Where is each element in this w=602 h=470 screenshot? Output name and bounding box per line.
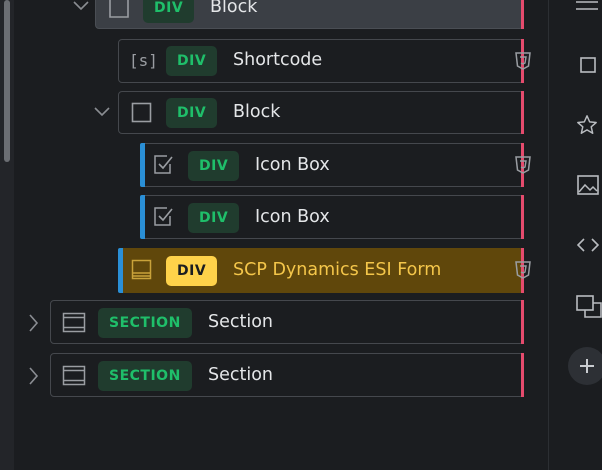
block-square-icon <box>109 0 129 18</box>
layer-label: Block <box>233 102 281 122</box>
menu-icon[interactable] <box>576 0 598 16</box>
layer-label: Shortcode <box>233 50 323 70</box>
css3-icon[interactable] <box>513 155 533 175</box>
chevron-right-icon[interactable] <box>27 313 39 333</box>
code-icon[interactable] <box>577 238 599 252</box>
tag-badge: DIV <box>143 0 195 23</box>
section-icon <box>62 365 86 386</box>
tag-badge: SECTION <box>98 361 192 391</box>
scrollbar-thumb[interactable] <box>4 0 10 162</box>
layer-label: Icon Box <box>255 155 330 175</box>
copy-icon[interactable] <box>576 295 602 319</box>
square-icon[interactable] <box>580 57 596 73</box>
css3-icon[interactable] <box>513 51 533 71</box>
layer-label: Block <box>210 0 258 17</box>
layer-label: Section <box>208 365 274 385</box>
tag-badge: DIV <box>188 203 240 233</box>
blue-accent-bar <box>118 248 123 293</box>
blue-accent-bar <box>140 195 145 239</box>
add-element-button[interactable] <box>568 347 602 385</box>
pink-accent-bar <box>521 91 524 134</box>
shortcode-icon: [s] <box>129 51 158 70</box>
chevron-down-icon[interactable] <box>93 106 111 118</box>
section-icon <box>62 312 86 333</box>
layer-label: Section <box>208 312 274 332</box>
blue-accent-bar <box>140 143 145 187</box>
chevron-down-icon[interactable] <box>72 0 90 12</box>
pink-accent-bar <box>521 195 524 239</box>
pink-accent-bar <box>521 300 524 344</box>
css3-icon[interactable] <box>513 260 533 280</box>
block-square-icon <box>131 102 152 123</box>
checkbox-checked-icon <box>154 207 173 226</box>
form-icon <box>131 259 152 280</box>
star-icon[interactable] <box>576 114 598 136</box>
left-scrollbar-track[interactable] <box>0 0 14 470</box>
chevron-right-icon[interactable] <box>27 366 39 386</box>
tag-badge: DIV <box>166 98 218 128</box>
tag-badge: DIV <box>166 46 218 76</box>
tag-badge: DIV <box>188 151 240 181</box>
pink-accent-bar <box>521 0 524 29</box>
image-icon[interactable] <box>577 175 599 195</box>
layer-label: SCP Dynamics ESI Form <box>233 260 442 280</box>
pink-accent-bar <box>521 353 524 397</box>
tag-badge: DIV <box>166 256 218 286</box>
tag-badge: SECTION <box>98 308 192 338</box>
layer-label: Icon Box <box>255 207 330 227</box>
checkbox-checked-icon <box>154 155 173 174</box>
plus-icon <box>580 359 594 373</box>
